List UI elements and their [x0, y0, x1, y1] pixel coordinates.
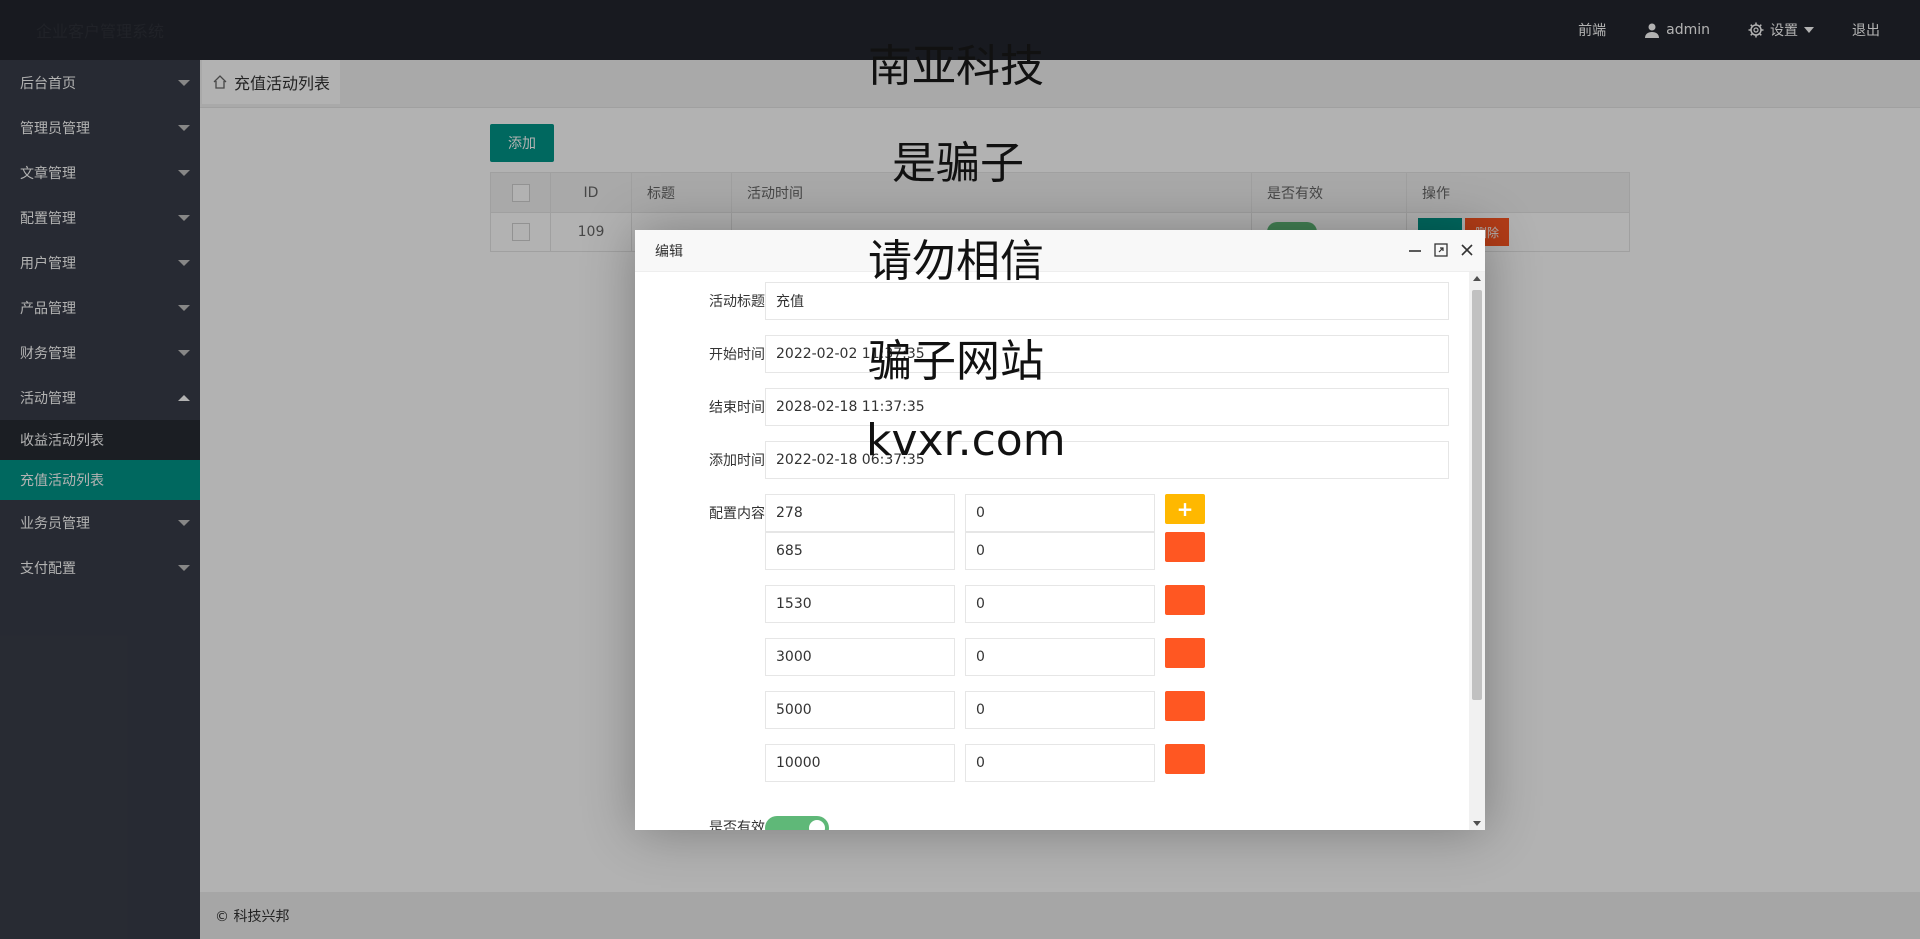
add-time-label: 添加时间 [709, 453, 765, 469]
config-bonus-input[interactable]: 0 [965, 638, 1155, 676]
maximize-icon[interactable] [1433, 242, 1449, 258]
title-label: 活动标题 [709, 294, 765, 310]
minimize-icon[interactable] [1407, 242, 1423, 258]
form-row-valid: 是否有效 [635, 812, 1465, 830]
remove-config-button[interactable] [1165, 532, 1205, 562]
config-bonus-input[interactable]: 0 [965, 744, 1155, 782]
dialog-body: 活动标题 充值 开始时间 2022-02-02 11:37:35 结束时间 20… [635, 272, 1465, 830]
config-amount-input[interactable]: 685 [765, 532, 955, 570]
watermark-line: 骗子网站 [868, 336, 1044, 387]
toggle-knob [809, 820, 825, 830]
watermark-line: kvxr.com [866, 415, 1066, 466]
config-bonus-input[interactable]: 0 [965, 585, 1155, 623]
watermark-line: 请勿相信 [868, 236, 1044, 287]
config-bonus-input[interactable]: 0 [965, 691, 1155, 729]
form-row-title: 活动标题 充值 [635, 282, 1465, 320]
watermark-line: 南亚科技 [868, 41, 1044, 92]
config-amount-input[interactable]: 5000 [765, 691, 955, 729]
config-amount-input[interactable]: 1530 [765, 585, 955, 623]
config-amount-input[interactable]: 3000 [765, 638, 955, 676]
edit-dialog: 编辑 活动标题 充值 开始时间 2022-02-02 11:37:35 结束时间… [635, 230, 1485, 830]
form-row-start-time: 开始时间 2022-02-02 11:37:35 [635, 335, 1465, 373]
start-time-label: 开始时间 [709, 347, 765, 363]
config-amount-input[interactable]: 10000 [765, 744, 955, 782]
remove-config-button[interactable] [1165, 638, 1205, 668]
add-config-button[interactable]: + [1165, 494, 1205, 524]
valid-label: 是否有效 [709, 820, 765, 830]
config-bonus-input[interactable]: 0 [965, 532, 1155, 570]
scroll-down-icon[interactable] [1473, 821, 1481, 826]
scroll-thumb[interactable] [1472, 290, 1482, 700]
valid-toggle[interactable] [765, 816, 829, 830]
close-icon[interactable] [1459, 242, 1475, 258]
end-time-label: 结束时间 [709, 400, 765, 416]
watermark-line: 是骗子 [892, 138, 1024, 189]
dialog-scrollbar[interactable] [1469, 272, 1485, 830]
remove-config-button[interactable] [1165, 585, 1205, 615]
config-amount-input[interactable]: 278 [765, 494, 955, 532]
scroll-up-icon[interactable] [1473, 276, 1481, 281]
dialog-controls [1397, 242, 1475, 258]
dialog-titlebar: 编辑 [635, 230, 1485, 272]
config-label: 配置内容 [709, 506, 765, 522]
dialog-title: 编辑 [655, 243, 683, 260]
remove-config-button[interactable] [1165, 744, 1205, 774]
config-bonus-input[interactable]: 0 [965, 494, 1155, 532]
remove-config-button[interactable] [1165, 691, 1205, 721]
